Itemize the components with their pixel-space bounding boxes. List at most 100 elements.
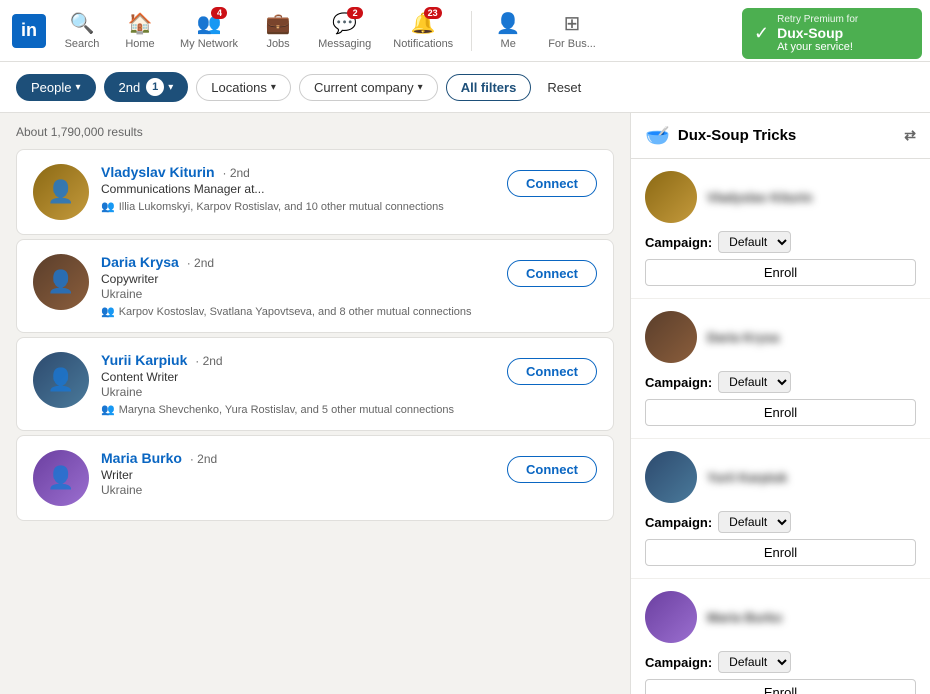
nav-jobs-label: Jobs bbox=[266, 38, 289, 50]
person-name-text-2: Daria Krysa bbox=[101, 254, 179, 270]
reset-button[interactable]: Reset bbox=[539, 75, 589, 100]
people-filter-label: People bbox=[31, 80, 71, 95]
avatar: 👤 bbox=[33, 352, 89, 408]
people-chevron-icon: ▾ bbox=[75, 82, 80, 93]
dux-campaign-select-3[interactable]: Default bbox=[718, 511, 791, 533]
nav-notifications[interactable]: 🔔 23 Notifications bbox=[383, 5, 463, 56]
nav-jobs[interactable]: 💼 Jobs bbox=[250, 5, 306, 56]
dux-enroll-button-3[interactable]: Enroll bbox=[645, 539, 916, 566]
duxsoup-header-left: 🥣 Dux-Soup Tricks bbox=[645, 123, 796, 148]
dux-campaign-row-1: Campaign: Default bbox=[645, 231, 916, 253]
locations-filter-button[interactable]: Locations ▾ bbox=[196, 74, 291, 101]
nav-home[interactable]: 🏠 Home bbox=[112, 5, 168, 56]
connect-button-2[interactable]: Connect bbox=[507, 260, 597, 287]
duxsoup-notification-text: Retry Premium for Dux-Soup At your servi… bbox=[777, 14, 858, 53]
person-title-4: Writer bbox=[101, 468, 495, 482]
person-name-text-4: Maria Burko bbox=[101, 450, 182, 466]
person-info-1: Vladyslav Kiturin · 2nd Communications M… bbox=[101, 164, 495, 213]
person-name-2[interactable]: Daria Krysa · 2nd bbox=[101, 254, 495, 270]
network-badge: 4 bbox=[211, 7, 227, 19]
person-info-3: Yurii Karpiuk · 2nd Content Writer Ukrai… bbox=[101, 352, 495, 416]
dux-avatar-4 bbox=[645, 591, 697, 643]
connect-button-3[interactable]: Connect bbox=[507, 358, 597, 385]
person-info-2: Daria Krysa · 2nd Copywriter Ukraine 👥 K… bbox=[101, 254, 495, 318]
person-info-4: Maria Burko · 2nd Writer Ukraine bbox=[101, 450, 495, 497]
person-name-text-1: Vladyslav Kiturin bbox=[101, 164, 215, 180]
person-title-1: Communications Manager at... bbox=[101, 182, 495, 196]
nav-search[interactable]: 🔍 Search bbox=[54, 5, 110, 56]
network-icon: 👥 4 bbox=[197, 11, 222, 36]
duxsoup-bowl-icon: 🥣 bbox=[645, 123, 670, 148]
nav-messaging-label: Messaging bbox=[318, 38, 371, 50]
dux-campaign-label-1: Campaign: bbox=[645, 235, 712, 250]
mutual-text-3: Maryna Shevchenko, Yura Rostislav, and 5… bbox=[119, 404, 454, 416]
dux-person-row-3: Yurii Karpiuk bbox=[645, 451, 916, 503]
dux-avatar-3 bbox=[645, 451, 697, 503]
dux-person-row-2: Daria Krysa bbox=[645, 311, 916, 363]
dux-campaign-select-4[interactable]: Default bbox=[718, 651, 791, 673]
table-row: 👤 Daria Krysa · 2nd Copywriter Ukraine 👥… bbox=[16, 239, 614, 333]
person-name-4[interactable]: Maria Burko · 2nd bbox=[101, 450, 495, 466]
second-degree-filter-button[interactable]: 2nd 1 ▾ bbox=[104, 72, 189, 102]
person-title-3: Content Writer bbox=[101, 370, 495, 384]
duxsoup-arrows-icon[interactable]: ⇄ bbox=[904, 127, 916, 144]
connect-button-1[interactable]: Connect bbox=[507, 170, 597, 197]
table-row: 👤 Maria Burko · 2nd Writer Ukraine Conne… bbox=[16, 435, 614, 521]
list-item: Maria Burko Campaign: Default Enroll bbox=[631, 579, 930, 694]
results-count: About 1,790,000 results bbox=[16, 125, 614, 139]
person-degree-4: · 2nd bbox=[190, 452, 217, 466]
duxsoup-line1: Retry Premium for bbox=[777, 14, 858, 25]
dux-person-name-3: Yurii Karpiuk bbox=[707, 470, 787, 485]
current-company-label: Current company bbox=[314, 80, 414, 95]
dux-campaign-row-3: Campaign: Default bbox=[645, 511, 916, 533]
person-title-2: Copywriter bbox=[101, 272, 495, 286]
dux-person-name-2: Daria Krysa bbox=[707, 330, 779, 345]
locations-chevron-icon: ▾ bbox=[271, 82, 276, 93]
all-filters-button[interactable]: All filters bbox=[446, 74, 532, 101]
results-panel: About 1,790,000 results 👤 Vladyslav Kitu… bbox=[0, 113, 630, 694]
nav-notifications-label: Notifications bbox=[393, 38, 453, 50]
nav-network[interactable]: 👥 4 My Network bbox=[170, 5, 248, 56]
dux-campaign-select-2[interactable]: Default bbox=[718, 371, 791, 393]
messaging-badge: 2 bbox=[347, 7, 363, 19]
nav-for-business[interactable]: ⊞ For Bus... bbox=[538, 5, 606, 56]
person-degree-2: · 2nd bbox=[187, 256, 214, 270]
dux-enroll-button-4[interactable]: Enroll bbox=[645, 679, 916, 694]
filter-bar: People ▾ 2nd 1 ▾ Locations ▾ Current com… bbox=[0, 62, 930, 113]
mutual-text-1: Illia Lukomskyi, Karpov Rostislav, and 1… bbox=[119, 201, 444, 213]
person-name-3[interactable]: Yurii Karpiuk · 2nd bbox=[101, 352, 495, 368]
person-degree-1: · 2nd bbox=[222, 166, 249, 180]
second-degree-label: 2nd bbox=[119, 80, 141, 95]
duxsoup-notification[interactable]: ✓ Retry Premium for Dux-Soup At your ser… bbox=[742, 8, 922, 59]
dux-enroll-button-1[interactable]: Enroll bbox=[645, 259, 916, 286]
dux-enroll-button-2[interactable]: Enroll bbox=[645, 399, 916, 426]
nav-me[interactable]: 👤 Me bbox=[480, 5, 536, 56]
me-icon: 👤 bbox=[496, 11, 521, 36]
person-location-2: Ukraine bbox=[101, 287, 495, 301]
avatar: 👤 bbox=[33, 254, 89, 310]
current-company-chevron-icon: ▾ bbox=[418, 82, 423, 93]
dux-campaign-label-4: Campaign: bbox=[645, 655, 712, 670]
dux-campaign-select-1[interactable]: Default bbox=[718, 231, 791, 253]
dux-person-name-4: Maria Burko bbox=[707, 610, 782, 625]
avatar: 👤 bbox=[33, 164, 89, 220]
home-icon: 🏠 bbox=[128, 11, 153, 36]
person-name-1[interactable]: Vladyslav Kiturin · 2nd bbox=[101, 164, 495, 180]
dux-person-row-4: Maria Burko bbox=[645, 591, 916, 643]
duxsoup-panel-header: 🥣 Dux-Soup Tricks ⇄ bbox=[631, 113, 930, 159]
search-icon: 🔍 bbox=[70, 11, 95, 36]
dux-campaign-label-3: Campaign: bbox=[645, 515, 712, 530]
nav-messaging[interactable]: 💬 2 Messaging bbox=[308, 5, 381, 56]
duxsoup-panel: 🥣 Dux-Soup Tricks ⇄ Vladyslav Kiturin Ca… bbox=[630, 113, 930, 694]
connect-button-4[interactable]: Connect bbox=[507, 456, 597, 483]
mutual-text-2: Karpov Kostoslav, Svatlana Yapovtseva, a… bbox=[119, 306, 472, 318]
person-name-text-3: Yurii Karpiuk bbox=[101, 352, 187, 368]
navbar: in 🔍 Search 🏠 Home 👥 4 My Network 💼 Jobs… bbox=[0, 0, 930, 62]
list-item: Daria Krysa Campaign: Default Enroll bbox=[631, 299, 930, 439]
linkedin-logo[interactable]: in bbox=[12, 14, 46, 48]
table-row: 👤 Vladyslav Kiturin · 2nd Communications… bbox=[16, 149, 614, 235]
people-filter-button[interactable]: People ▾ bbox=[16, 74, 96, 101]
dux-person-name-1: Vladyslav Kiturin bbox=[707, 190, 812, 205]
current-company-filter-button[interactable]: Current company ▾ bbox=[299, 74, 438, 101]
nav-me-label: Me bbox=[501, 38, 516, 50]
